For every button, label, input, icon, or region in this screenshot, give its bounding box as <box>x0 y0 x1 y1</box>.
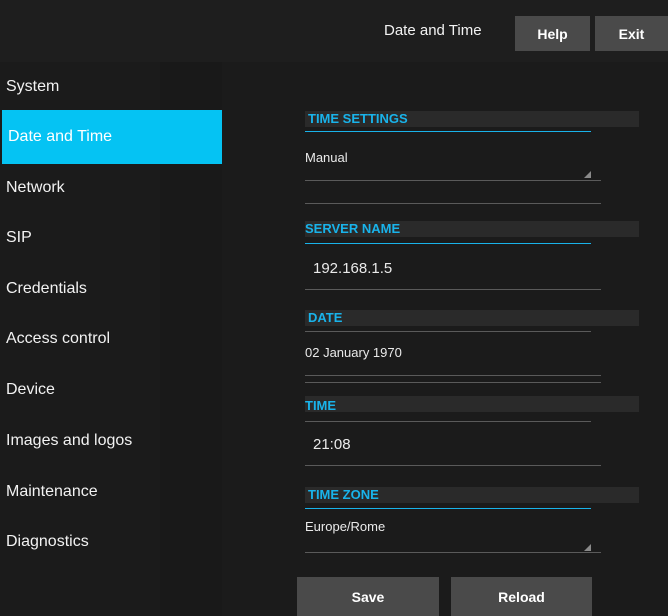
date-header <box>305 310 639 326</box>
save-button[interactable]: Save <box>297 577 439 616</box>
time-zone-select[interactable]: Europe/Rome <box>305 519 591 551</box>
time-settings-select[interactable]: Manual <box>305 150 591 180</box>
reload-button[interactable]: Reload <box>451 577 592 616</box>
date-input[interactable]: 02 January 1970 <box>305 345 591 371</box>
time-zone-underline <box>305 552 601 553</box>
sidebar-item-network[interactable]: Network <box>0 163 160 213</box>
sidebar-item-sip[interactable]: SIP <box>0 213 160 263</box>
sidebar-item-images-and-logos[interactable]: Images and logos <box>0 416 160 466</box>
time-value: 21:08 <box>313 436 351 453</box>
sidebar-item-credentials[interactable]: Credentials <box>0 264 160 314</box>
sidebar-item-maintenance[interactable]: Maintenance <box>0 467 160 517</box>
date-value: 02 January 1970 <box>305 345 402 360</box>
time-settings-rule <box>305 131 591 132</box>
time-input[interactable]: 21:08 <box>313 436 599 460</box>
date-underline-2 <box>305 382 601 383</box>
time-underline <box>305 465 601 466</box>
time-rule <box>305 421 591 422</box>
page-title: Date and Time <box>384 22 482 39</box>
help-button[interactable]: Help <box>515 16 590 51</box>
date-rule <box>305 331 591 332</box>
server-name-underline <box>305 289 601 290</box>
time-settings-underline <box>305 180 601 181</box>
dropdown-caret-icon <box>584 544 591 551</box>
server-name-input[interactable]: 192.168.1.5 <box>313 260 599 288</box>
time-zone-title: TIME ZONE <box>308 487 379 502</box>
server-name-value: 192.168.1.5 <box>313 260 393 277</box>
server-name-title: SERVER NAME <box>305 221 401 236</box>
time-header <box>305 396 639 412</box>
time-settings-title: TIME SETTINGS <box>308 111 408 126</box>
sidebar-item-date-and-time[interactable]: Date and Time <box>2 110 222 164</box>
time-settings-value: Manual <box>305 150 348 165</box>
date-underline <box>305 375 601 376</box>
sidebar-item-diagnostics[interactable]: Diagnostics <box>0 517 160 567</box>
server-name-rule <box>305 243 591 244</box>
time-settings-separator <box>305 203 601 204</box>
sidebar-item-access-control[interactable]: Access control <box>0 314 160 364</box>
time-zone-value: Europe/Rome <box>305 519 386 534</box>
date-title: DATE <box>308 310 343 325</box>
exit-button[interactable]: Exit <box>595 16 668 51</box>
sidebar-item-system[interactable]: System <box>0 62 160 112</box>
time-zone-rule <box>305 508 591 509</box>
dropdown-caret-icon <box>584 171 591 178</box>
time-title: TIME <box>305 398 337 413</box>
sidebar-item-device[interactable]: Device <box>0 365 160 415</box>
